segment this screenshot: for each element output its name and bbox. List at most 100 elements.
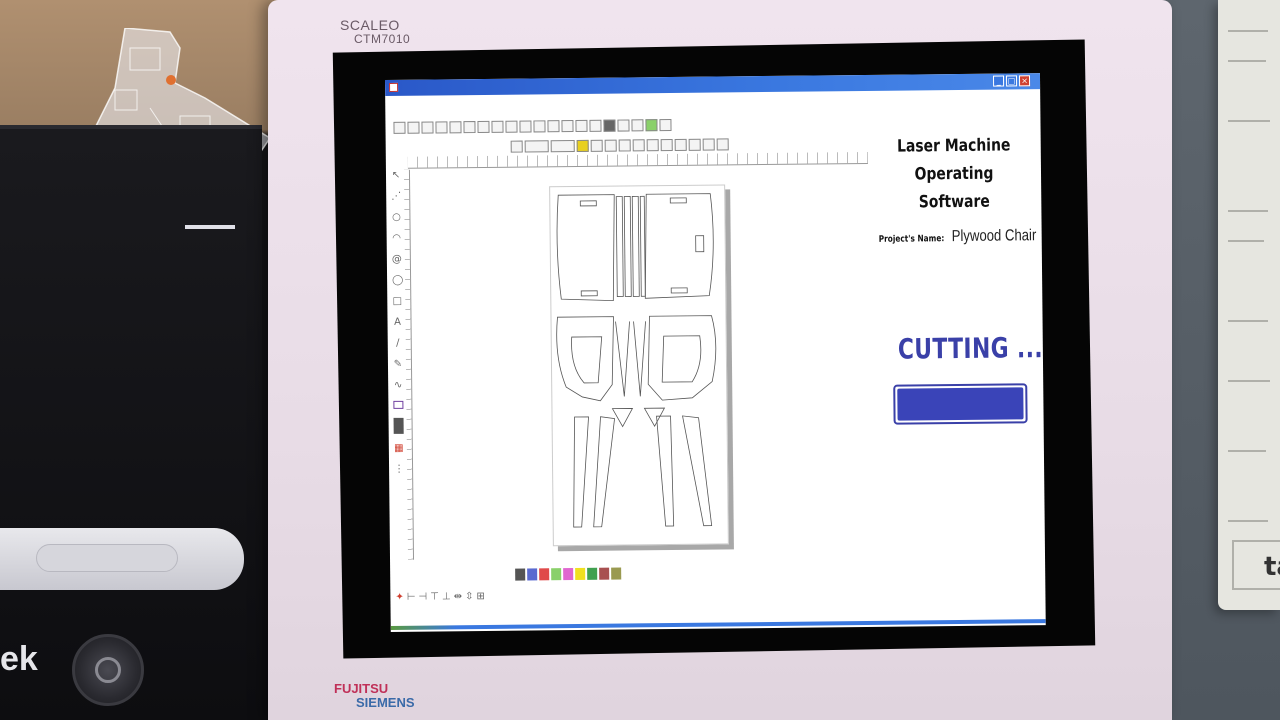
group-icon[interactable]	[632, 139, 645, 152]
open-icon[interactable]	[407, 121, 420, 134]
align-top-icon[interactable]: ⊤	[430, 591, 439, 602]
drive-bay	[0, 528, 244, 590]
seat-panel-left	[556, 194, 615, 302]
main-toolbar	[393, 117, 672, 136]
grid-tool-icon[interactable]: ▦	[394, 443, 404, 455]
color-swatch-3[interactable]	[539, 568, 550, 581]
monitor-maker-logo: FUJITSU SIEMENS	[334, 682, 415, 710]
mirror-icon[interactable]	[590, 139, 603, 152]
layer-icon[interactable]	[645, 119, 658, 132]
copy-icon[interactable]	[491, 120, 504, 133]
color-swatch-1[interactable]	[515, 568, 526, 581]
image-icon[interactable]	[393, 400, 404, 409]
dots-icon[interactable]: ⋮	[394, 464, 404, 476]
origin-icon[interactable]: ✦	[395, 592, 404, 603]
new-icon[interactable]	[393, 121, 406, 134]
rotate-icon[interactable]	[604, 139, 617, 152]
array-icon[interactable]	[618, 139, 631, 152]
ungroup-icon[interactable]	[646, 139, 659, 152]
cut-icon[interactable]	[477, 120, 490, 134]
fill-icon[interactable]	[393, 417, 404, 434]
maximize-button[interactable]: □	[1005, 75, 1018, 87]
color-swatch-8[interactable]	[599, 567, 610, 580]
drive-bay-slot	[36, 544, 178, 572]
horizontal-ruler	[407, 151, 868, 169]
align-left-icon[interactable]: ⊢	[407, 592, 416, 603]
color-swatch-2[interactable]	[527, 568, 538, 581]
project-name-label: Project's Name:	[878, 234, 945, 245]
undo-icon[interactable]	[519, 120, 532, 133]
color-swatch-4[interactable]	[551, 568, 562, 581]
align-toolbar: ✦ ⊢ ⊣ ⊤ ⊥ ⇹ ⇳ ⊞	[395, 591, 485, 603]
leg-3	[656, 415, 675, 527]
software-title-line1: Laser Machine	[896, 135, 1011, 157]
software-title: Laser Machine Operating Software	[888, 131, 1020, 216]
weld-icon[interactable]	[674, 138, 687, 151]
align-right-icon[interactable]: ⊣	[418, 592, 427, 603]
delete-icon[interactable]	[603, 119, 616, 132]
distribute-h-icon[interactable]: ⇹	[454, 591, 463, 602]
width-field[interactable]	[524, 140, 549, 153]
align-icon[interactable]	[510, 140, 523, 153]
leg-1	[573, 416, 589, 528]
select-icon[interactable]: ↖	[391, 170, 401, 182]
zoom-out-icon[interactable]	[589, 119, 602, 132]
center-icon[interactable]: ⊞	[476, 591, 485, 602]
node-icon[interactable]	[660, 138, 673, 152]
ellipse-icon[interactable]: ◯	[392, 275, 403, 287]
zoom-in-icon[interactable]	[575, 119, 588, 133]
power-button[interactable]	[72, 634, 144, 706]
export-icon[interactable]	[463, 121, 476, 134]
align-bottom-icon[interactable]: ⊥	[442, 591, 451, 602]
import-icon[interactable]	[449, 121, 462, 134]
curve-icon[interactable]: ∿	[393, 380, 403, 392]
close-button[interactable]: ×	[1018, 75, 1031, 87]
software-title-line2: Operating Software	[914, 163, 994, 213]
side-frame-right	[647, 315, 717, 401]
leg-2	[593, 416, 616, 528]
slat-group	[615, 195, 646, 297]
pc-tower	[0, 125, 262, 720]
redo-icon[interactable]	[533, 120, 546, 133]
pen-icon[interactable]: ✎	[393, 359, 403, 371]
height-field[interactable]	[550, 140, 575, 153]
save-icon[interactable]	[421, 121, 434, 134]
offset-icon[interactable]	[702, 138, 715, 151]
monitor-model: CTM7010	[354, 32, 411, 46]
edit-toolbar	[510, 136, 729, 154]
line-icon[interactable]: /	[393, 338, 403, 350]
app-icon	[389, 82, 399, 92]
zoom-fit-icon[interactable]	[561, 120, 574, 133]
spiral-icon[interactable]: @	[392, 254, 402, 266]
cutting-progress-fill	[897, 387, 1024, 421]
color-swatch-9[interactable]	[611, 567, 622, 580]
refresh-icon[interactable]	[716, 138, 729, 151]
lock-icon[interactable]	[576, 139, 589, 152]
color-swatch-5[interactable]	[563, 568, 574, 581]
paste-icon[interactable]	[505, 120, 518, 133]
pinned-paper	[1218, 0, 1280, 610]
trim-icon[interactable]	[688, 138, 701, 151]
cutting-status: CUTTING ...	[897, 331, 1044, 366]
color-swatch-6[interactable]	[575, 567, 586, 581]
rectangle-icon[interactable]: □	[392, 296, 403, 308]
minimize-button[interactable]: _	[992, 75, 1005, 87]
design-canvas[interactable]	[549, 184, 729, 547]
app-window: _ □ × ↖ ⋰ ○ ◠ @ ◯ □ A / ✎ ∿ ▦ ⋮ ✦ ⊢ ⊣ ⊤ …	[385, 73, 1046, 632]
settings-icon[interactable]	[659, 119, 672, 132]
table-icon[interactable]	[631, 119, 644, 132]
pc-brand-logo: ek	[0, 640, 38, 678]
power-icon	[95, 657, 121, 683]
circle-icon[interactable]: ○	[391, 212, 401, 224]
color-swatch-7[interactable]	[587, 567, 598, 580]
hand-icon[interactable]	[547, 120, 560, 133]
color-palette	[515, 567, 622, 581]
monitor-brand-name: SCALEO	[340, 17, 400, 33]
arc-icon[interactable]: ◠	[392, 233, 402, 245]
project-name-row: Project's Name: Plywood Chair	[879, 225, 1037, 247]
print-icon[interactable]	[435, 121, 448, 134]
node-edit-icon[interactable]: ⋰	[391, 191, 401, 203]
grid-icon[interactable]	[617, 119, 630, 132]
text-icon[interactable]: A	[392, 317, 402, 329]
distribute-v-icon[interactable]: ⇳	[465, 591, 474, 602]
